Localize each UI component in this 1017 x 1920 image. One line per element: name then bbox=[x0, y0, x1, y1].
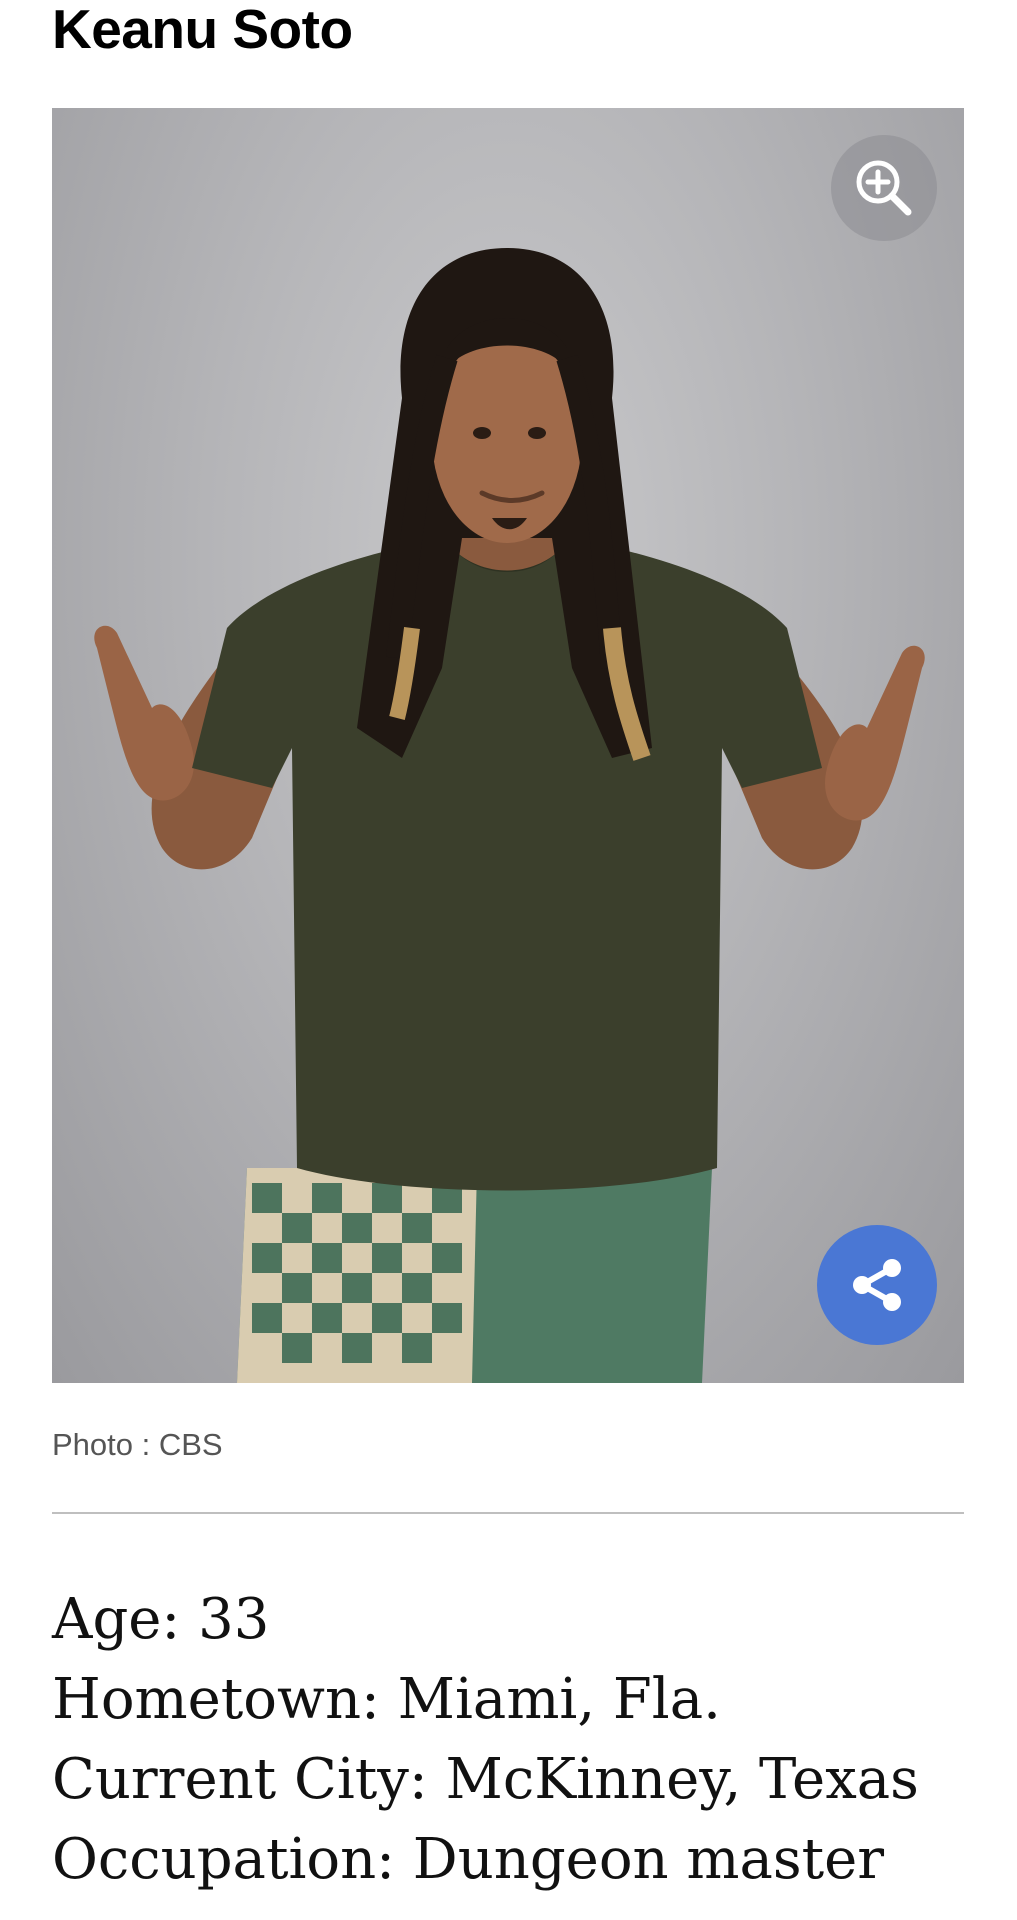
detail-current-city: Current City: McKinney, Texas bbox=[52, 1747, 919, 1812]
zoom-in-icon bbox=[856, 160, 912, 216]
detail-hometown: Hometown: Miami, Fla. bbox=[52, 1667, 721, 1732]
detail-age: Age: 33 bbox=[52, 1587, 270, 1652]
detail-occupation: Occupation: Dungeon master bbox=[52, 1827, 885, 1892]
page-title: Keanu Soto bbox=[52, 0, 353, 60]
divider bbox=[52, 1512, 964, 1514]
zoom-button[interactable] bbox=[831, 135, 937, 241]
profile-photo[interactable] bbox=[52, 108, 964, 1383]
profile-details: Age: 33 Hometown: Miami, Fla. Current Ci… bbox=[52, 1580, 919, 1900]
share-icon bbox=[853, 1259, 901, 1311]
photo-credit: Photo : CBS bbox=[52, 1427, 223, 1462]
share-button[interactable] bbox=[817, 1225, 937, 1345]
portrait-illustration bbox=[94, 248, 925, 1383]
